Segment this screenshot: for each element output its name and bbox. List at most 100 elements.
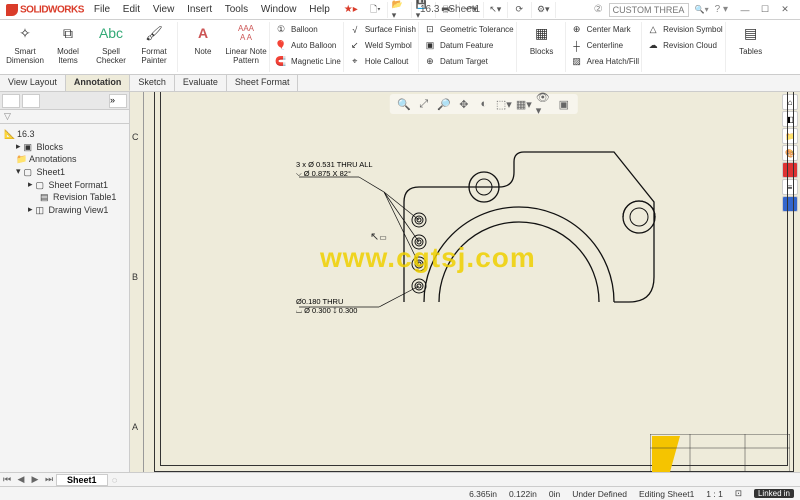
weld-symbol-button[interactable]: ↙Weld Symbol: [348, 38, 416, 53]
tab-view-layout[interactable]: View Layout: [0, 75, 66, 91]
sheet-add-icon[interactable]: ◌: [108, 475, 122, 485]
format-painter-button[interactable]: 🖌Format Painter: [133, 22, 175, 72]
tree-drawing-view1[interactable]: ▸◫Drawing View1: [4, 203, 125, 216]
hole-callout-2[interactable]: Ø0.180 THRU ⌴ Ø 0.300 ↧ 0.300: [296, 297, 357, 315]
balloon-icon: ①: [274, 23, 288, 37]
expand-icon[interactable]: ▸: [28, 204, 33, 215]
status-state: Under Defined: [572, 489, 627, 499]
sheet-nav-prev-icon[interactable]: ◀: [14, 474, 28, 485]
status-extra-icon[interactable]: ⊡: [735, 488, 742, 499]
fm-tab-config[interactable]: »: [109, 94, 127, 108]
vertical-ruler: C B A: [130, 92, 144, 472]
drawing-icon: 📐: [4, 129, 14, 139]
centerline-icon: ┼: [570, 39, 584, 53]
format-painter-icon: 🖌: [142, 22, 166, 46]
sheet-format-icon: ▢: [36, 180, 46, 190]
sheet-nav-next-icon[interactable]: ▶: [28, 474, 42, 485]
rev-symbol-icon: △: [646, 23, 660, 37]
command-tabstrip: View Layout Annotation Sketch Evaluate S…: [0, 75, 800, 92]
sheet-nav-first-icon[interactable]: ⏮: [0, 474, 14, 485]
collapse-icon[interactable]: ▾: [16, 166, 21, 177]
maximize-button[interactable]: ☐: [756, 3, 774, 17]
fm-tab-feature-tree[interactable]: [2, 94, 20, 108]
minimize-button[interactable]: —: [736, 3, 754, 17]
hole-callout-1[interactable]: 3 x Ø 0.531 THRU ALL ⌵ Ø 0.875 X 82°: [296, 160, 373, 178]
tree-blocks[interactable]: ▸▣Blocks: [4, 140, 125, 153]
datum-target-icon: ⊕: [423, 55, 437, 69]
spell-checker-button[interactable]: AbcSpell Checker: [90, 22, 132, 72]
magnetic-line-button[interactable]: 🧲Magnetic Line: [274, 54, 341, 69]
hole-callout-button[interactable]: ⌖Hole Callout: [348, 54, 416, 69]
blocks-button[interactable]: ▦Blocks: [521, 22, 563, 72]
search-dropdown-icon[interactable]: 🔍▾: [695, 5, 709, 14]
tab-annotation[interactable]: Annotation: [66, 75, 131, 91]
app-logo: SOLIDWORKS: [6, 4, 84, 16]
fm-tab-property[interactable]: [22, 94, 40, 108]
tree-sheet1[interactable]: ▾▢Sheet1: [4, 165, 125, 178]
footer-brand: Linked in: [754, 489, 794, 498]
app-name: SOLIDWORKS: [20, 4, 84, 15]
search-input[interactable]: [609, 3, 689, 17]
status-mode: Editing Sheet1: [639, 489, 694, 499]
ruler-tick-a: A: [132, 422, 138, 432]
menu-file[interactable]: File: [94, 4, 110, 15]
centerline-button[interactable]: ┼Centerline: [570, 38, 639, 53]
tables-button[interactable]: ▤Tables: [730, 22, 772, 72]
tree-revision-table1[interactable]: ▤Revision Table1: [4, 191, 125, 203]
dimension-icon: ✧: [13, 22, 37, 46]
menu-insert[interactable]: Insert: [187, 4, 212, 15]
balloon-button[interactable]: ①Balloon: [274, 22, 341, 37]
help-icon[interactable]: ? ▾: [715, 4, 728, 15]
revision-cloud-button[interactable]: ☁Revision Cloud: [646, 38, 723, 53]
note-button[interactable]: ANote: [182, 22, 224, 72]
note-icon: A: [191, 22, 215, 46]
center-mark-button[interactable]: ⊕Center Mark: [570, 22, 639, 37]
annotations-folder-icon: 📁: [16, 154, 26, 164]
status-bar: 6.365in 0.122in 0in Under Defined Editin…: [0, 486, 800, 500]
ruler-tick-c: C: [132, 132, 139, 142]
sheet-icon: ▢: [24, 167, 34, 177]
hatch-icon: ▨: [570, 55, 584, 69]
select-icon[interactable]: ↖▾: [488, 2, 508, 18]
weld-symbol-icon: ↙: [348, 39, 362, 53]
new-icon[interactable]: 🗋▾: [368, 2, 388, 18]
search-help-icon[interactable]: ②: [594, 4, 603, 15]
menu-view[interactable]: View: [153, 4, 175, 15]
status-x: 6.365in: [469, 489, 497, 499]
menu-window[interactable]: Window: [261, 4, 297, 15]
center-mark-icon: ⊕: [570, 23, 584, 37]
tab-sheet-format[interactable]: Sheet Format: [227, 75, 299, 91]
geometric-tolerance-button[interactable]: ⊡Geometric Tolerance: [423, 22, 514, 37]
document-title: 16.3 - Sheet1: [420, 4, 480, 15]
datum-target-button[interactable]: ⊕Datum Target: [423, 54, 514, 69]
surface-finish-button[interactable]: √Surface Finish: [348, 22, 416, 37]
tree-annotations[interactable]: 📁Annotations: [4, 153, 125, 165]
flyout-toggle-icon[interactable]: ★▸: [344, 4, 358, 15]
menu-help[interactable]: Help: [309, 4, 330, 15]
auto-balloon-button[interactable]: 🎈Auto Balloon: [274, 38, 341, 53]
title-block: [650, 434, 790, 472]
close-button[interactable]: ✕: [776, 3, 794, 17]
drawing-view[interactable]: 3 x Ø 0.531 THRU ALL ⌵ Ø 0.875 X 82° Ø0.…: [364, 142, 684, 347]
expand-icon[interactable]: ▸: [28, 179, 33, 190]
datum-feature-button[interactable]: ▣Datum Feature: [423, 38, 514, 53]
smart-dimension-button[interactable]: ✧Smart Dimension: [4, 22, 46, 72]
open-icon[interactable]: 📂▾: [392, 2, 412, 18]
tab-sketch[interactable]: Sketch: [130, 75, 175, 91]
options-icon[interactable]: ⚙▾: [536, 2, 556, 18]
tree-sheet-format1[interactable]: ▸▢Sheet Format1: [4, 178, 125, 191]
menu-edit[interactable]: Edit: [123, 4, 140, 15]
model-items-button[interactable]: ⧉Model Items: [47, 22, 89, 72]
graphics-area[interactable]: C B A 🔍 ⤢ 🔎 ✥ ◐ ⬚▾ ▦▾ 👁▾ ▣ ⌂ ◧ 📁 🎨 ≡: [130, 92, 800, 472]
revision-symbol-button[interactable]: △Revision Symbol: [646, 22, 723, 37]
sheet-nav-last-icon[interactable]: ⏭: [42, 474, 56, 485]
tree-root[interactable]: 📐16.3: [4, 128, 125, 140]
menu-tools[interactable]: Tools: [225, 4, 248, 15]
area-hatch-button[interactable]: ▨Area Hatch/Fill: [570, 54, 639, 69]
rebuild-icon[interactable]: ⟳: [512, 2, 532, 18]
fm-filter-icon[interactable]: ▽: [0, 110, 129, 124]
tab-evaluate[interactable]: Evaluate: [175, 75, 227, 91]
expand-icon[interactable]: ▸: [16, 141, 21, 152]
sheet-tab-sheet1[interactable]: Sheet1: [56, 474, 108, 486]
linear-note-pattern-button[interactable]: AAAA ALinear Note Pattern: [225, 22, 267, 72]
